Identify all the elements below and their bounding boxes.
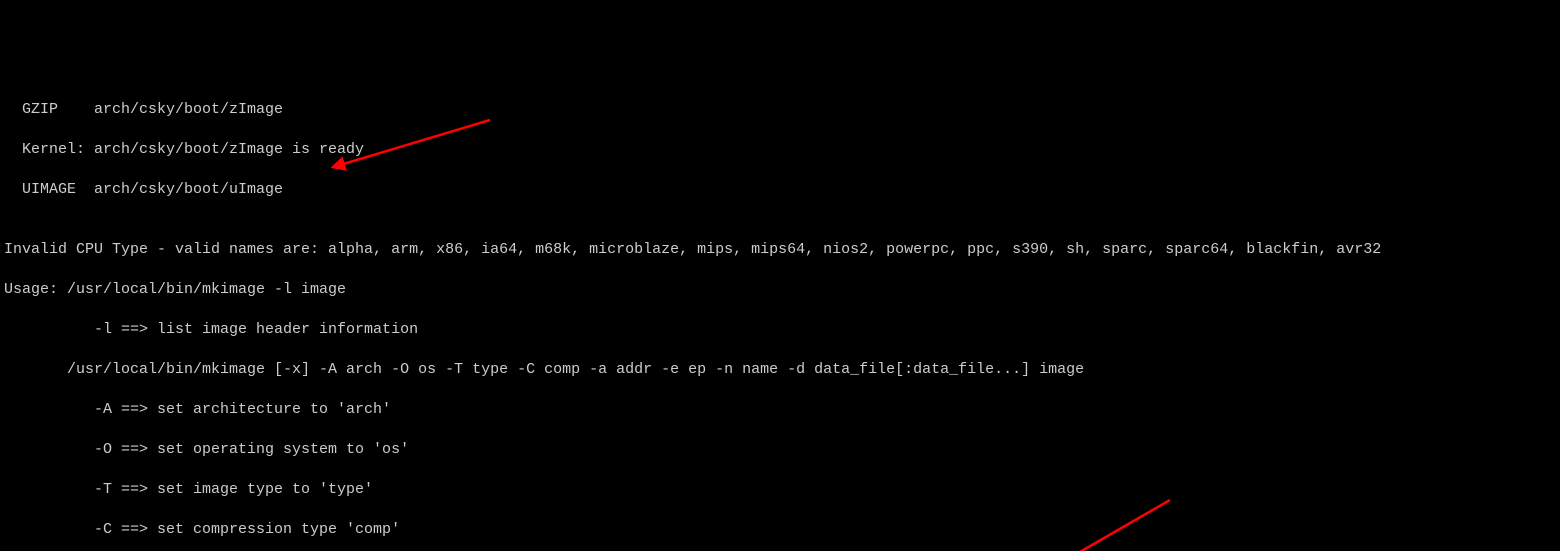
output-line: -l ==> list image header information <box>4 320 1556 340</box>
output-line: Usage: /usr/local/bin/mkimage -l image <box>4 280 1556 300</box>
output-line: GZIP arch/csky/boot/zImage <box>4 100 1556 120</box>
output-line: -T ==> set image type to 'type' <box>4 480 1556 500</box>
output-line: -C ==> set compression type 'comp' <box>4 520 1556 540</box>
output-line: -O ==> set operating system to 'os' <box>4 440 1556 460</box>
output-line: /usr/local/bin/mkimage [-x] -A arch -O o… <box>4 360 1556 380</box>
output-line: Invalid CPU Type - valid names are: alph… <box>4 240 1556 260</box>
output-line: -A ==> set architecture to 'arch' <box>4 400 1556 420</box>
output-line: Kernel: arch/csky/boot/zImage is ready <box>4 140 1556 160</box>
output-line: UIMAGE arch/csky/boot/uImage <box>4 180 1556 200</box>
terminal-output[interactable]: GZIP arch/csky/boot/zImage Kernel: arch/… <box>0 80 1560 551</box>
